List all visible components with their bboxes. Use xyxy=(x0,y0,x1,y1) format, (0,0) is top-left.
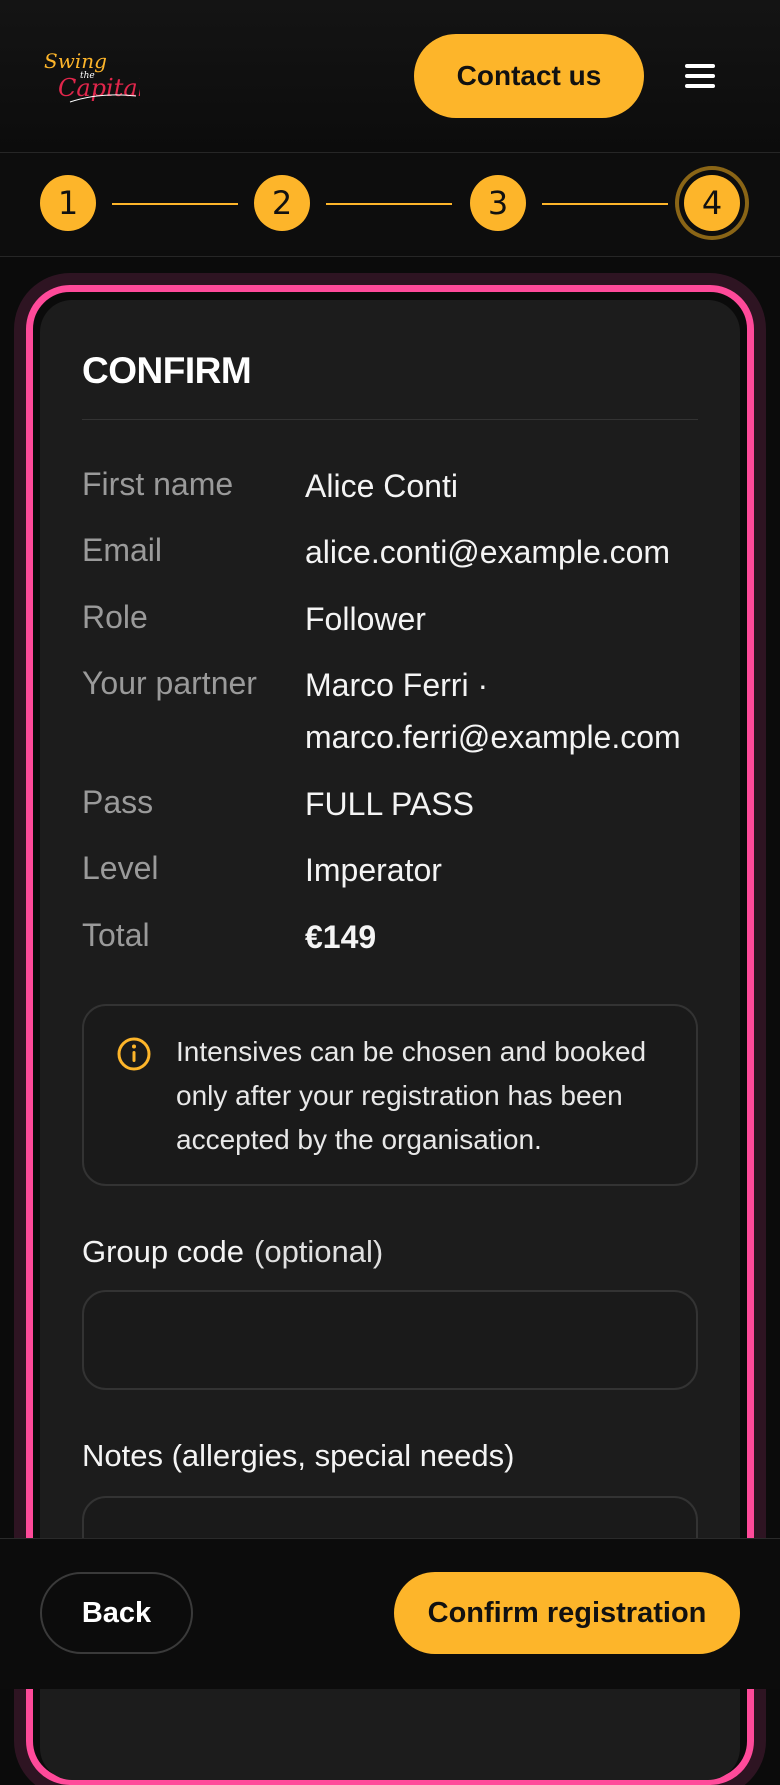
info-circle-icon xyxy=(116,1036,152,1072)
first-name-value: Alice Conti xyxy=(305,468,458,504)
top-header: Swing the Capital Contact us xyxy=(0,0,780,153)
first-name-label: First name xyxy=(82,466,234,502)
title-divider xyxy=(82,419,698,420)
step-connector xyxy=(542,203,668,205)
step-4-current[interactable]: 4 xyxy=(684,175,740,231)
info-notice-text: Intensives can be chosen and booked only… xyxy=(176,1036,647,1155)
role-label: Role xyxy=(82,599,148,635)
hamburger-menu-icon[interactable] xyxy=(676,54,724,98)
group-code-label: Group code (optional) xyxy=(82,1234,383,1270)
registration-stepper: 1 2 3 4 xyxy=(0,153,780,257)
swing-the-capital-logo[interactable]: Swing the Capital xyxy=(40,42,145,108)
total-value: €149 xyxy=(305,919,377,955)
step-connector xyxy=(112,203,238,205)
group-code-input[interactable] xyxy=(82,1290,698,1390)
menu-bar xyxy=(685,84,715,88)
back-button[interactable]: Back xyxy=(40,1572,193,1654)
svg-text:Capital: Capital xyxy=(58,74,140,102)
svg-text:Swing: Swing xyxy=(44,49,107,73)
partner-value: Marco Ferri · marco.ferri@example.com xyxy=(305,667,681,755)
pass-value: FULL PASS xyxy=(305,786,474,822)
menu-bar xyxy=(685,64,715,68)
contact-us-button[interactable]: Contact us xyxy=(414,34,644,118)
email-label: Email xyxy=(82,532,163,568)
step-3[interactable]: 3 xyxy=(470,175,526,231)
role-value: Follower xyxy=(305,601,426,637)
notes-label: Notes (allergies, special needs) xyxy=(82,1438,515,1473)
step-2[interactable]: 2 xyxy=(254,175,310,231)
confirm-registration-button[interactable]: Confirm registration xyxy=(394,1572,740,1654)
partner-label: Your partner xyxy=(82,665,257,701)
step-1[interactable]: 1 xyxy=(40,175,96,231)
optional-hint: (optional) xyxy=(254,1234,384,1269)
group-code-label-text: Group code xyxy=(82,1234,244,1269)
confirm-title: CONFIRM xyxy=(82,350,252,391)
level-value: Imperator xyxy=(305,852,442,888)
menu-bar xyxy=(685,74,715,78)
step-connector xyxy=(326,203,452,205)
total-label: Total xyxy=(82,917,150,953)
pass-label: Pass xyxy=(82,784,154,820)
email-value: alice.conti@example.com xyxy=(305,534,671,570)
level-label: Level xyxy=(82,850,159,886)
